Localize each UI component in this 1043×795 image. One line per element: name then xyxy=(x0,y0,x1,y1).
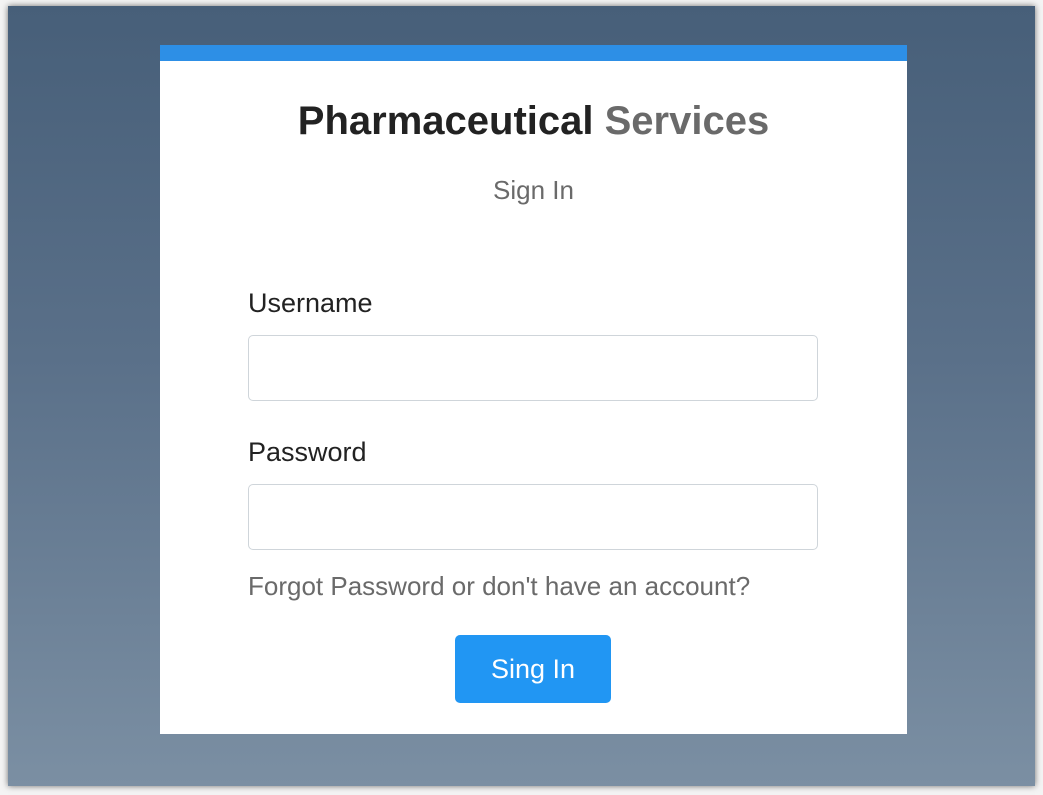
username-label: Username xyxy=(248,288,373,318)
app-title-main: Pharmaceutical xyxy=(297,99,594,143)
login-card: Pharmaceutical Services Sign In Username… xyxy=(160,45,907,734)
form-heading: Sign In xyxy=(493,175,574,205)
app-title-rest: Services xyxy=(604,99,770,143)
password-label: Password xyxy=(248,437,367,467)
username-input[interactable] xyxy=(248,335,818,401)
forgot-password-link[interactable]: Forgot Password or don't have an account… xyxy=(248,570,750,602)
page-background: Pharmaceutical Services Sign In Username… xyxy=(8,6,1035,786)
sign-in-button[interactable]: Sing In xyxy=(455,635,611,703)
app-title: Pharmaceutical Services xyxy=(160,98,907,144)
password-input[interactable] xyxy=(248,484,818,550)
screenshot-frame: Pharmaceutical Services Sign In Username… xyxy=(0,0,1043,795)
